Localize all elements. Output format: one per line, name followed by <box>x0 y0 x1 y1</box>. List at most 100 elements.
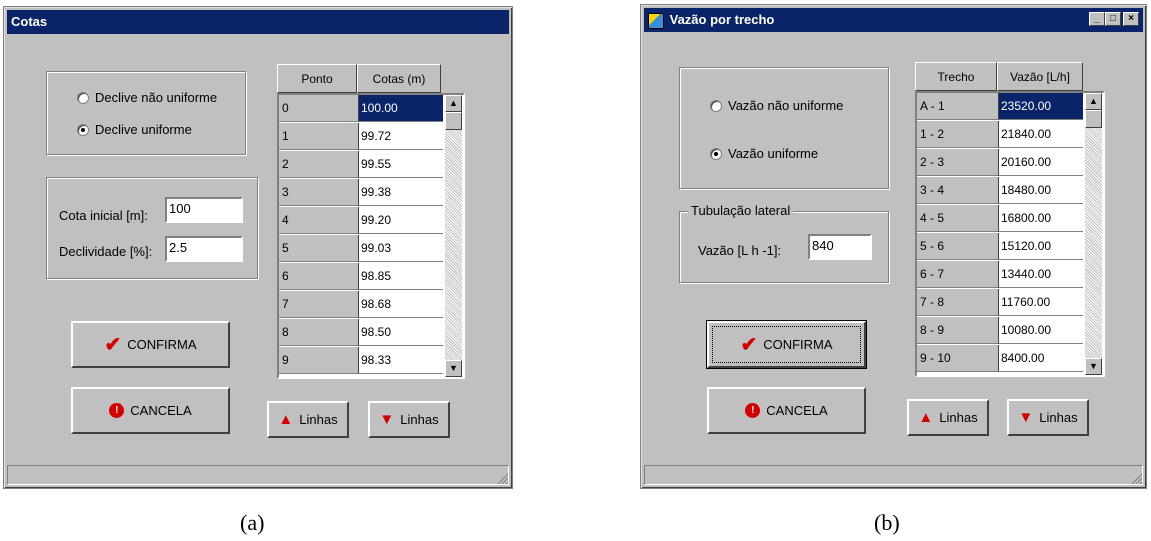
resize-grip-icon[interactable] <box>1130 472 1142 484</box>
scroll-down-icon[interactable]: ▼ <box>1085 358 1102 375</box>
scroll-up-icon[interactable]: ▲ <box>1085 93 1102 110</box>
grid-scrollbar[interactable]: ▲ ▼ <box>1085 93 1102 375</box>
minimize-icon[interactable]: _ <box>1089 12 1105 26</box>
window-controls: _ □ × <box>1089 12 1139 26</box>
vazao-label: Vazão [L h -1]: <box>698 243 782 258</box>
trecho-cell: 8 - 9 <box>917 317 999 344</box>
vazao-cell[interactable]: 20160.00 <box>999 149 1083 176</box>
ponto-cell: 8 <box>279 319 359 346</box>
ponto-cell: 6 <box>279 263 359 290</box>
cancel-label: CANCELA <box>766 403 828 418</box>
radio-declive-uniforme[interactable]: Declive uniforme <box>77 122 192 137</box>
radio-vazao-uniforme[interactable]: Vazão uniforme <box>710 146 818 161</box>
vazao-cell[interactable]: 11760.00 <box>999 289 1083 316</box>
maximize-icon[interactable]: □ <box>1105 12 1121 26</box>
table-row[interactable]: 6 98.85 <box>279 263 443 290</box>
vazao-cell[interactable]: 15120.00 <box>999 233 1083 260</box>
table-row[interactable]: 4 99.20 <box>279 207 443 234</box>
table-row[interactable]: A - 1 23520.00 <box>917 93 1083 120</box>
table-row[interactable]: 8 98.50 <box>279 319 443 346</box>
radio-vazao-nao-uniforme[interactable]: Vazão não uniforme <box>710 98 843 113</box>
table-row[interactable]: 4 - 5 16800.00 <box>917 205 1083 232</box>
table-row[interactable]: 5 - 6 15120.00 <box>917 233 1083 260</box>
caption-b: (b) <box>874 510 900 535</box>
remove-rows-label: Linhas <box>1039 410 1078 425</box>
table-row[interactable]: 7 98.68 <box>279 291 443 318</box>
grid-header-trecho[interactable]: Trecho <box>915 62 997 91</box>
cota-cell[interactable]: 99.72 <box>359 123 443 150</box>
scroll-up-icon[interactable]: ▲ <box>445 95 462 112</box>
cancel-button[interactable]: ! CANCELA <box>707 387 866 434</box>
cancel-icon: ! <box>745 403 761 418</box>
arrow-down-icon: ▼ <box>379 411 395 428</box>
table-row[interactable]: 2 99.55 <box>279 151 443 178</box>
table-row[interactable]: 1 99.72 <box>279 123 443 150</box>
cota-cell[interactable]: 100.00 <box>359 95 443 122</box>
cancel-button[interactable]: ! CANCELA <box>71 387 230 434</box>
table-row[interactable]: 9 98.33 <box>279 347 443 374</box>
cota-cell[interactable]: 99.03 <box>359 235 443 262</box>
vazao-cell[interactable]: 23520.00 <box>999 93 1083 120</box>
table-row[interactable]: 0 100.00 <box>279 95 443 122</box>
table-row[interactable]: 8 - 9 10080.00 <box>917 317 1083 344</box>
remove-rows-button[interactable]: ▼ Linhas <box>1007 399 1089 436</box>
confirm-label: CONFIRMA <box>763 337 833 352</box>
title-bar[interactable]: Vazão por trecho _ □ × <box>644 8 1143 32</box>
trecho-cell: 4 - 5 <box>917 205 999 232</box>
cota-inicial-input[interactable]: 100 <box>165 197 243 223</box>
remove-rows-button[interactable]: ▼ Linhas <box>368 401 450 438</box>
title-bar[interactable]: Cotas <box>7 10 509 34</box>
radio-label: Declive não uniforme <box>95 90 218 105</box>
vazao-cell[interactable]: 10080.00 <box>999 317 1083 344</box>
cota-cell[interactable]: 99.55 <box>359 151 443 178</box>
close-icon[interactable]: × <box>1123 12 1139 26</box>
radio-declive-nao-uniforme[interactable]: Declive não uniforme <box>77 90 217 105</box>
cota-cell[interactable]: 98.50 <box>359 319 443 346</box>
table-row[interactable]: 3 - 4 18480.00 <box>917 177 1083 204</box>
scroll-thumb[interactable] <box>1085 110 1102 128</box>
ponto-cell: 4 <box>279 207 359 234</box>
grid-header-cotas[interactable]: Cotas (m) <box>357 64 441 93</box>
cota-cell[interactable]: 99.38 <box>359 179 443 206</box>
table-row[interactable]: 5 99.03 <box>279 235 443 262</box>
cota-cell[interactable]: 98.85 <box>359 263 443 290</box>
trecho-cell: A - 1 <box>917 93 999 120</box>
vazao-cell[interactable]: 21840.00 <box>999 121 1083 148</box>
table-row[interactable]: 9 - 10 8400.00 <box>917 345 1083 372</box>
status-bar <box>7 465 509 485</box>
cota-cell[interactable]: 99.20 <box>359 207 443 234</box>
add-rows-button[interactable]: ▲ Linhas <box>267 401 349 438</box>
vazao-cell[interactable]: 16800.00 <box>999 205 1083 232</box>
scroll-thumb[interactable] <box>445 112 462 130</box>
vazao-grid[interactable]: A - 1 23520.00 1 - 2 21840.00 2 - 3 2016… <box>915 91 1105 377</box>
status-bar <box>644 465 1143 485</box>
scroll-down-icon[interactable]: ▼ <box>445 360 462 377</box>
grid-scrollbar[interactable]: ▲ ▼ <box>445 95 462 377</box>
declividade-input[interactable]: 2.5 <box>165 236 243 262</box>
table-row[interactable]: 6 - 7 13440.00 <box>917 261 1083 288</box>
resize-grip-icon[interactable] <box>496 472 508 484</box>
cota-cell[interactable]: 98.33 <box>359 347 443 374</box>
grid-header-ponto[interactable]: Ponto <box>277 64 357 93</box>
confirm-button[interactable]: ✔ CONFIRMA <box>71 321 230 368</box>
vazao-cell[interactable]: 18480.00 <box>999 177 1083 204</box>
confirm-button[interactable]: ✔ CONFIRMA <box>706 320 867 369</box>
vazao-cell[interactable]: 8400.00 <box>999 345 1083 372</box>
table-row[interactable]: 2 - 3 20160.00 <box>917 149 1083 176</box>
trecho-cell: 9 - 10 <box>917 345 999 372</box>
grid-header-vazao[interactable]: Vazão [L/h] <box>997 62 1083 91</box>
slope-type-group: Declive não uniforme Declive uniforme <box>46 71 246 155</box>
cota-inicial-label: Cota inicial [m]: <box>59 208 148 223</box>
cota-cell[interactable]: 98.68 <box>359 291 443 318</box>
trecho-cell: 6 - 7 <box>917 261 999 288</box>
ponto-cell: 1 <box>279 123 359 150</box>
vazao-cell[interactable]: 13440.00 <box>999 261 1083 288</box>
cotas-grid[interactable]: 0 100.00 1 99.72 2 99.55 3 99.38 4 99.20… <box>277 93 465 379</box>
table-row[interactable]: 3 99.38 <box>279 179 443 206</box>
radio-label: Vazão não uniforme <box>728 98 844 113</box>
vazao-input[interactable]: 840 <box>808 234 872 260</box>
table-row[interactable]: 1 - 2 21840.00 <box>917 121 1083 148</box>
add-rows-button[interactable]: ▲ Linhas <box>907 399 989 436</box>
table-row[interactable]: 7 - 8 11760.00 <box>917 289 1083 316</box>
trecho-cell: 7 - 8 <box>917 289 999 316</box>
